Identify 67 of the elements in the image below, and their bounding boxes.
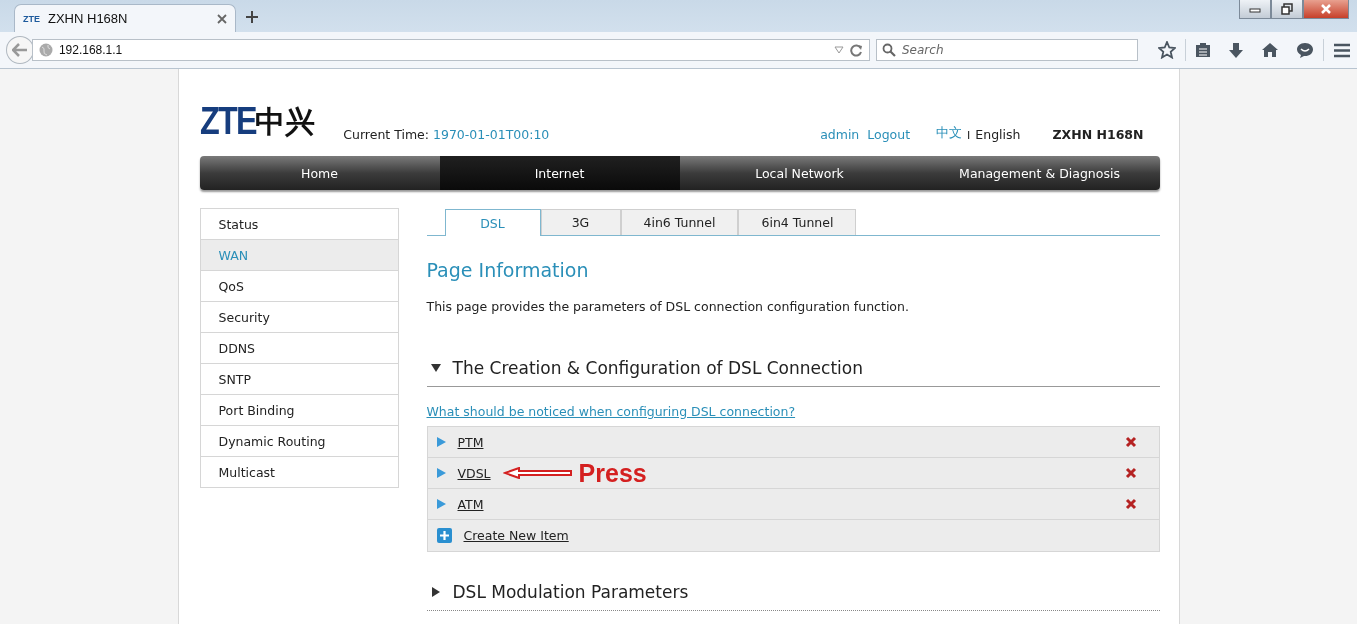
tab-title: ZXHN H168N [48,11,129,26]
back-arrow-icon [11,43,28,57]
expanded-triangle-icon[interactable] [430,363,441,373]
model-name: ZXHN H168N [1052,127,1144,142]
language-link[interactable]: 中文 [936,125,963,142]
help-link[interactable]: What should be noticed when configuring DSL connection? [426,404,796,419]
zte-logo: ZTE中兴 [199,100,316,143]
page-title: Page Information [426,259,590,281]
time-value: 1970-01-01T00:10 [433,127,550,142]
browser-tab[interactable]: ZTE ZXHN H168N [14,4,236,32]
nav-tab[interactable]: Home [199,156,440,190]
close-tab-icon[interactable] [217,13,227,24]
logout-link[interactable]: Logout [867,127,911,142]
tab[interactable]: 6in4 Tunnel [738,209,857,235]
language-link[interactable]: English [975,127,1021,142]
minimize-button[interactable] [1239,0,1271,19]
connection-link[interactable]: VDSL [457,465,491,481]
nav-tab[interactable]: Internet [439,156,680,190]
connection-link[interactable]: ATM [457,496,484,512]
nav-tab[interactable]: Management & Diagnosis [919,156,1160,190]
sidebar-item[interactable]: QoS [200,271,398,302]
delete-icon[interactable] [1124,467,1137,479]
tab[interactable]: 4in6 Tunnel [620,209,739,235]
section-title[interactable]: The Creation & Configuration of DSL Connection [452,358,863,378]
user-link[interactable]: admin [820,127,860,142]
expand-triangle-icon[interactable] [436,499,446,509]
new-tab-icon[interactable] [246,11,258,23]
close-icon [1320,3,1332,15]
restore-button[interactable] [1271,0,1303,19]
tab[interactable]: DSL [444,209,541,236]
expand-triangle-icon[interactable] [436,468,446,478]
address-bar[interactable]: 192.168.1.1 [31,39,870,61]
sidebar-item[interactable]: SNTP [200,364,398,395]
chat-bubble-icon[interactable] [1296,41,1314,59]
back-button[interactable] [6,36,34,64]
expand-triangle-icon[interactable] [436,437,446,447]
create-item-link[interactable]: Create New Item [463,528,569,543]
add-icon[interactable] [436,528,452,543]
page-description: This page provides the parameters of DSL connection configuration function. [426,299,910,314]
collapsed-triangle-icon[interactable] [430,587,441,597]
sidebar-item[interactable]: Security [200,302,398,333]
clipboard-icon[interactable] [1195,42,1211,58]
restore-icon [1281,3,1293,15]
menu-icon[interactable] [1333,42,1351,58]
favicon-text: ZTE [23,13,40,24]
globe-icon [38,43,53,57]
connection-link[interactable]: PTM [457,434,484,450]
reload-icon[interactable] [850,43,863,57]
annotation-text: Press [578,458,647,488]
section-title[interactable]: DSL Modulation Parameters [452,582,689,602]
delete-icon[interactable] [1124,498,1137,510]
tab[interactable]: 3G [540,209,621,235]
sidebar-item[interactable]: Multicast [200,457,398,487]
sidebar-item[interactable]: Dynamic Routing [200,426,398,457]
annotation-arrow [502,467,573,479]
nav-tab[interactable]: Local Network [679,156,920,190]
home-icon[interactable] [1261,42,1279,58]
download-icon[interactable] [1228,41,1244,59]
close-window-button[interactable] [1303,0,1349,19]
star-icon[interactable] [1158,41,1176,59]
separator-text: I [967,129,971,142]
time-label: Current Time: [343,127,429,142]
sidebar-item[interactable]: Port Binding [200,395,398,426]
delete-icon[interactable] [1124,436,1137,448]
search-field[interactable]: Search [876,39,1138,61]
sidebar-item[interactable]: DDNS [200,333,398,364]
minimize-icon [1249,5,1261,13]
